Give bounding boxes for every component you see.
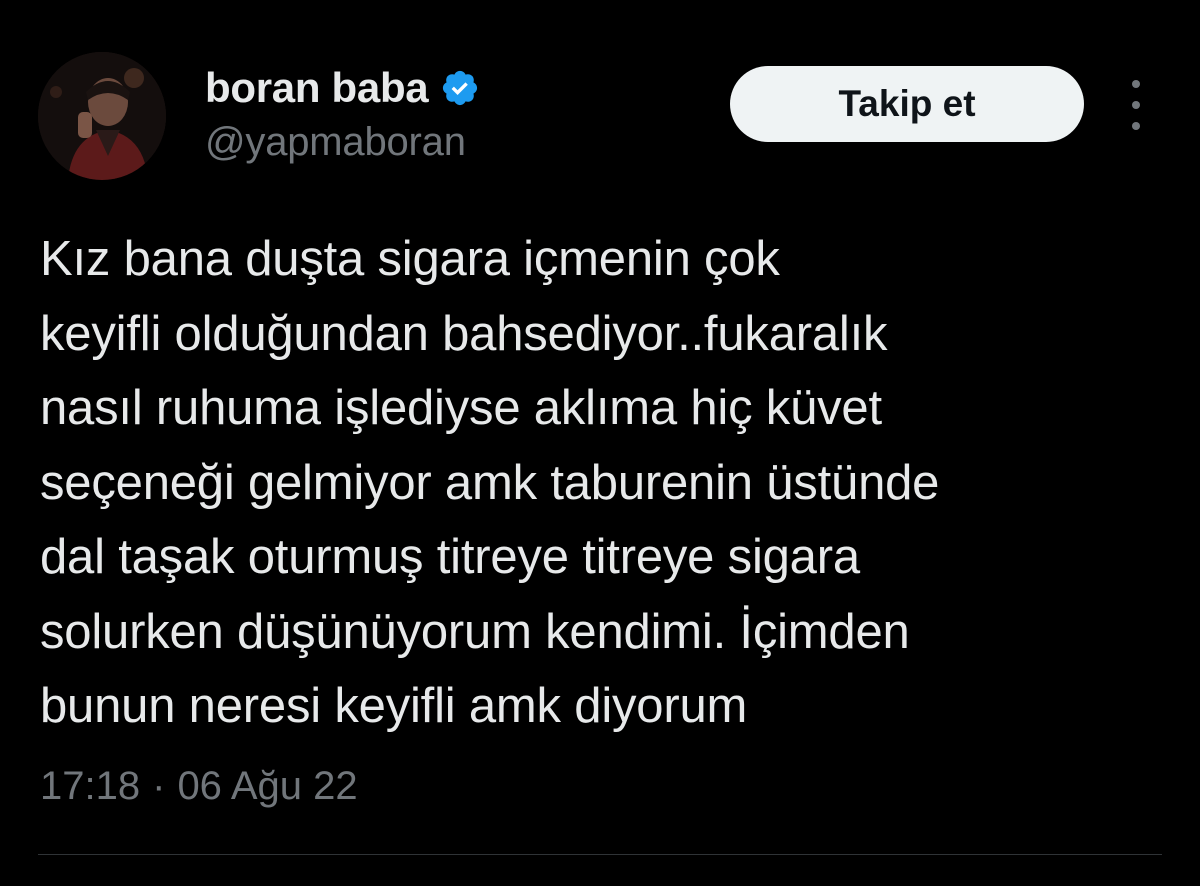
- author-display-name-row[interactable]: boran baba: [205, 64, 480, 112]
- tweet-text-line: Kız bana duşta sigara içmenin çok: [40, 232, 780, 286]
- tweet-text-line: nasıl ruhuma işlediyse aklıma hiç küvet: [40, 381, 882, 435]
- meta-separator: ·: [152, 764, 166, 808]
- avatar-photo-icon: [38, 52, 166, 180]
- author-handle[interactable]: @yapmaboran: [205, 120, 466, 165]
- tweet-text-line: solurken düşünüyorum kendimi. İçimden: [40, 604, 910, 659]
- follow-button[interactable]: Takip et: [730, 66, 1084, 142]
- tweet-text-line: dal taşak oturmuş titreye titreye sigara: [40, 530, 860, 584]
- tweet-timestamp[interactable]: 17:18 · 06 Ağu 22: [40, 764, 358, 809]
- tweet-text-line: bunun neresi keyifli amk diyorum: [40, 679, 748, 733]
- tweet-card: boran baba @yapmaboran Takip et Kız bana…: [0, 0, 1200, 886]
- more-options-icon[interactable]: [1118, 80, 1154, 130]
- author-display-name[interactable]: boran baba: [205, 64, 429, 112]
- divider: [38, 854, 1162, 855]
- verified-badge-icon[interactable]: [440, 68, 480, 108]
- tweet-text-line: keyifli olduğundan bahsediyor..fukaralık: [40, 306, 888, 361]
- tweet-time[interactable]: 17:18: [40, 764, 140, 809]
- tweet-text: Kız bana duşta sigara içmenin çok keyifl…: [40, 222, 1180, 744]
- tweet-date[interactable]: 06 Ağu 22: [177, 764, 357, 809]
- tweet-text-line: seçeneği gelmiyor amk taburenin üstünde: [40, 455, 940, 510]
- avatar[interactable]: [38, 52, 166, 180]
